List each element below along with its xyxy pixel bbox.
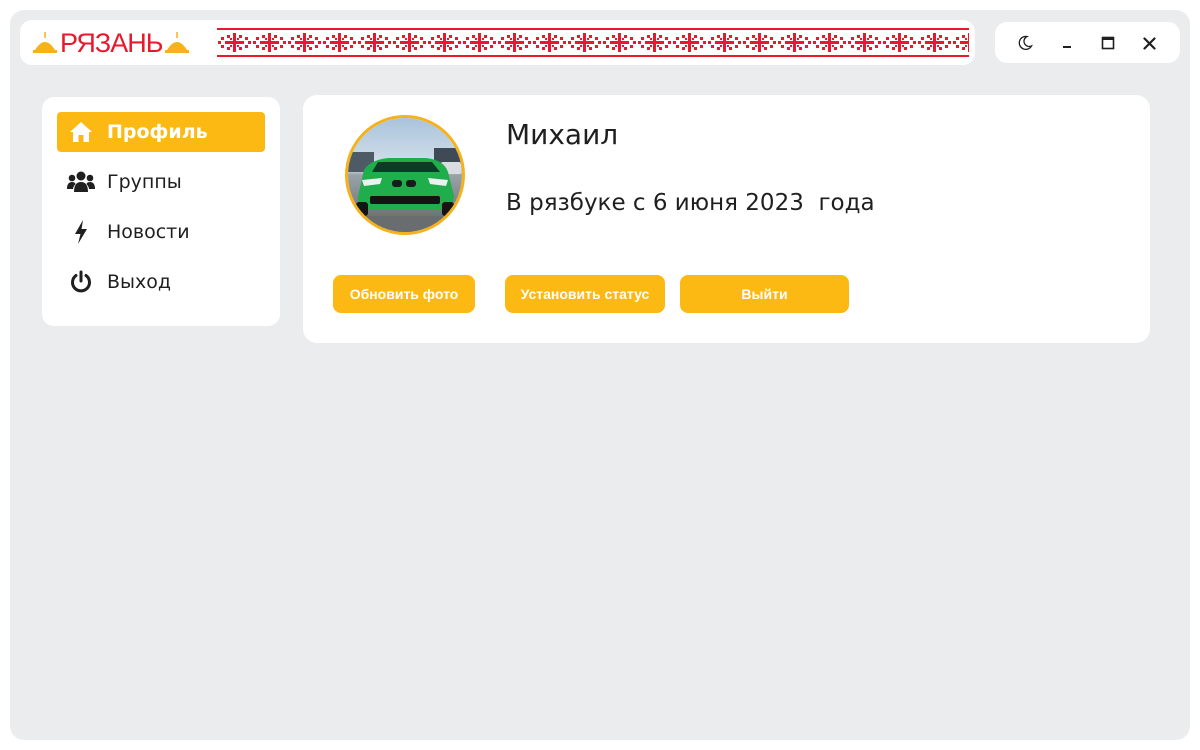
sidebar-item-label: Новости	[107, 221, 190, 243]
moon-icon	[1018, 35, 1033, 50]
power-icon	[67, 268, 95, 296]
sidebar-item-label: Выход	[107, 271, 172, 293]
profile-card: Михаил В рязбуке с 6 июня 2023 года Обно…	[303, 95, 1150, 343]
home-icon	[67, 118, 95, 146]
users-icon	[67, 168, 95, 196]
bolt-icon	[67, 218, 95, 246]
sidebar-item-label: Группы	[107, 171, 182, 193]
title-bar: РЯЗАНЬ	[20, 20, 975, 65]
theme-toggle-button[interactable]	[1014, 32, 1036, 54]
maximize-button[interactable]	[1097, 32, 1119, 54]
app-logo[interactable]: РЯЗАНЬ	[32, 29, 190, 57]
set-status-button[interactable]: Установить статус	[505, 275, 665, 313]
sidebar-item-groups[interactable]: Группы	[57, 162, 265, 202]
window-controls	[995, 22, 1180, 63]
avatar[interactable]	[345, 115, 465, 235]
ornament-banner	[217, 28, 969, 57]
close-icon	[1142, 36, 1156, 50]
logo-text: РЯЗАНЬ	[60, 28, 163, 58]
close-button[interactable]	[1138, 32, 1160, 54]
car-photo	[348, 118, 462, 232]
sidebar-item-news[interactable]: Новости	[57, 212, 265, 252]
minimize-button[interactable]	[1056, 32, 1078, 54]
profile-name: Михаил	[506, 118, 619, 151]
maximize-icon	[1101, 36, 1115, 50]
dome-left-icon	[33, 32, 57, 53]
sidebar-item-profile[interactable]: Профиль	[57, 112, 265, 152]
minimize-icon	[1063, 46, 1071, 48]
sidebar-item-label: Профиль	[107, 121, 208, 143]
dome-right-icon	[165, 32, 190, 53]
sidebar: Профиль Группы Новости Выход	[42, 97, 280, 326]
update-photo-button[interactable]: Обновить фото	[333, 275, 475, 313]
logout-button[interactable]: Выйти	[680, 275, 849, 313]
sidebar-item-logout[interactable]: Выход	[57, 262, 265, 302]
member-since-text: В рязбуке с 6 июня 2023 года	[506, 190, 875, 216]
